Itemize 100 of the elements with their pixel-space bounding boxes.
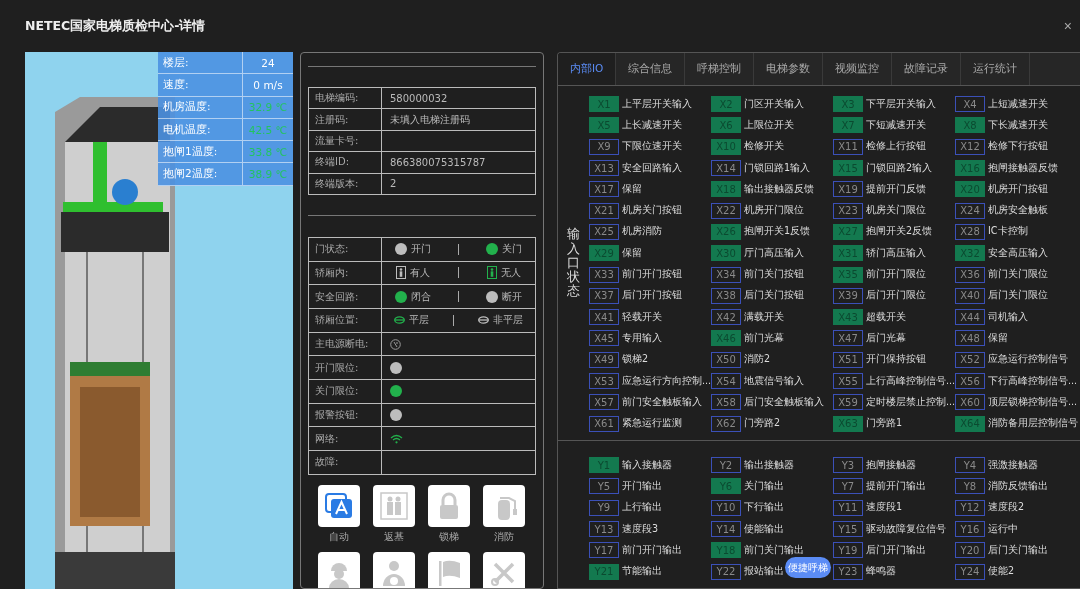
io-code-badge: X12 xyxy=(955,138,985,155)
io-label: 前门关门按钮 xyxy=(744,268,804,281)
io-label: 前门光幕 xyxy=(744,331,784,345)
io-code-badge: X62 xyxy=(711,415,741,432)
io-label: 节能输出 xyxy=(622,565,662,579)
io-code-badge: X58 xyxy=(711,394,741,411)
io-label: 下限位速开关 xyxy=(622,140,682,154)
io-label: 轻载开关 xyxy=(622,310,662,324)
io-code-badge: X34 xyxy=(711,266,741,283)
io-label: 检修开关 xyxy=(744,140,784,154)
io-label: 前门安全触板输入 xyxy=(622,395,702,409)
io-code-badge: Y14 xyxy=(711,521,741,538)
io-label: 超载开关 xyxy=(866,310,906,324)
window-title: NETEC国家电梯质检中心-详情 xyxy=(25,17,206,35)
io-code-badge: X39 xyxy=(833,287,863,304)
io-label: 后门安全触板输入 xyxy=(744,395,824,409)
io-code-badge: Y16 xyxy=(955,521,985,538)
io-label: 下短减速开关 xyxy=(866,118,926,132)
io-label: 检修上行按钮 xyxy=(866,140,926,154)
status-label: 关门 xyxy=(501,242,522,257)
io-code-badge: X4 xyxy=(955,96,985,113)
section-title: 输入口状态 xyxy=(567,227,580,299)
field-value: 2 xyxy=(389,177,398,192)
io-code-badge: X41 xyxy=(589,309,619,326)
io-label: 输出接触器 xyxy=(744,458,794,472)
io-code-badge: Y23 xyxy=(833,563,863,580)
io-code-badge: X55 xyxy=(833,373,863,389)
io-label: 安全高压输入 xyxy=(988,246,1048,260)
status-label: 闭合 xyxy=(411,289,432,304)
io-code-badge: X11 xyxy=(833,138,863,155)
io-code-badge: X22 xyxy=(711,202,741,219)
field-label: 电梯编码: xyxy=(309,88,382,109)
io-label: 抱闸接触器反馈 xyxy=(988,161,1058,175)
field-label: 终端版本: xyxy=(309,173,382,194)
info-value: 33.8 ℃ xyxy=(247,144,289,160)
io-code-badge: Y12 xyxy=(955,499,985,516)
io-label: 上短减速开关 xyxy=(988,97,1048,111)
io-label: 提前开门反馈 xyxy=(866,182,926,196)
io-label: 安全回路输入 xyxy=(622,161,682,175)
io-label: 前门开门按钮 xyxy=(622,268,682,281)
io-code-badge: X51 xyxy=(833,351,863,368)
io-label: 保留 xyxy=(988,331,1008,345)
io-code-badge: X52 xyxy=(955,351,985,368)
info-value: 42.5 ℃ xyxy=(247,122,289,138)
tab[interactable]: 内部IO xyxy=(558,53,617,85)
io-code-badge: Y2 xyxy=(711,457,741,474)
field-value: 580000032 xyxy=(389,91,449,106)
io-label: 锁梯2 xyxy=(622,353,649,367)
io-label: 机房消防 xyxy=(622,225,662,239)
status-label: 有人 xyxy=(410,266,430,280)
io-label: 检修下行按钮 xyxy=(988,140,1048,154)
io-code-badge: X53 xyxy=(589,373,619,389)
io-label: 速度段2 xyxy=(988,501,1025,515)
io-label: 关门输出 xyxy=(744,479,784,493)
io-code-badge: X57 xyxy=(589,394,619,411)
io-label: IC卡控制 xyxy=(988,225,1028,239)
field-label: 轿厢位置: xyxy=(309,309,382,332)
io-code-badge: X21 xyxy=(589,202,619,219)
io-label: 前门关门限位 xyxy=(988,268,1048,281)
io-code-badge: Y17 xyxy=(589,542,619,559)
io-code-badge: Y11 xyxy=(833,499,863,516)
io-code-badge: X45 xyxy=(589,330,619,347)
io-code-badge: X54 xyxy=(711,373,741,389)
info-label: 电机温度: xyxy=(158,118,243,141)
io-label: 门锁回路2输入 xyxy=(866,161,933,175)
io-code-badge: X9 xyxy=(589,138,619,155)
io-code-badge: X48 xyxy=(955,330,985,347)
io-code-badge: X56 xyxy=(955,373,985,389)
io-code-badge: X17 xyxy=(589,181,619,198)
window-stack-icon xyxy=(323,490,354,521)
io-label: 机房关门限位 xyxy=(866,204,926,218)
io-label: 前门关门输出 xyxy=(744,543,804,557)
io-label: 后门关门限位 xyxy=(988,289,1048,303)
io-code-badge: Y8 xyxy=(955,478,985,495)
io-label: 输出接触器反馈 xyxy=(744,182,814,196)
io-code-badge: Y4 xyxy=(955,457,985,474)
field-label: 安全回路: xyxy=(309,285,382,308)
io-label: 前门开门输出 xyxy=(622,543,682,557)
info-value: 32.9 ℃ xyxy=(247,100,289,116)
io-label: 应急运行方向控制... xyxy=(622,374,712,388)
io-label: 后门关门输出 xyxy=(988,543,1048,557)
info-label: 抱闸2温度: xyxy=(158,163,243,185)
io-code-badge: Y20 xyxy=(955,542,985,559)
io-code-badge: X23 xyxy=(833,202,863,219)
io-code-badge: Y9 xyxy=(589,499,619,516)
io-label: 后门开门输出 xyxy=(866,543,926,557)
io-label: 消防2 xyxy=(744,353,771,367)
io-code-badge: X33 xyxy=(589,266,619,283)
io-label: 开门保持按钮 xyxy=(866,353,926,367)
field-label: 报警按钮: xyxy=(309,403,382,427)
io-code-badge: X61 xyxy=(589,415,619,432)
io-code-badge: X59 xyxy=(833,394,863,411)
io-label: 蜂鸣器 xyxy=(866,565,896,579)
status-label: 开门 xyxy=(411,242,432,257)
io-label: 输入接触器 xyxy=(622,458,672,472)
io-code-badge: X37 xyxy=(589,287,619,304)
io-code-badge: Y5 xyxy=(589,478,619,495)
io-label: 抱闸接触器 xyxy=(866,458,916,472)
io-label: 机房关门按钮 xyxy=(622,204,682,218)
close-button[interactable]: × xyxy=(1061,18,1074,34)
